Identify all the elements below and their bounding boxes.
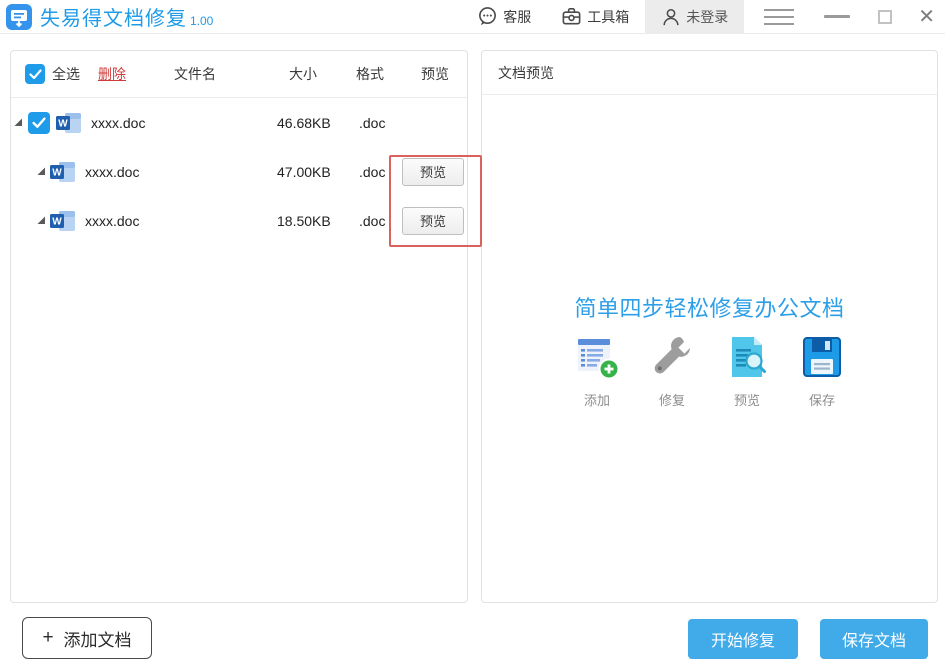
svg-text:W: W (58, 118, 68, 129)
headline-text: 简单四步轻松修复办公文档 (574, 296, 845, 321)
toolbox-icon (562, 8, 581, 25)
chat-bubble-icon (479, 7, 497, 26)
tree-expander-icon[interactable] (37, 167, 46, 176)
menu-button[interactable] (764, 8, 795, 25)
repair-wrench-icon (654, 337, 690, 374)
word-file-icon: W (50, 161, 75, 182)
login-button[interactable]: 未登录 (645, 0, 745, 34)
preview-panel-title: 文档预览 (482, 51, 937, 95)
minimize-button[interactable] (824, 15, 851, 18)
file-format: .doc (359, 114, 386, 131)
step-label: 添加 (583, 393, 610, 408)
file-name: xxxx.doc (85, 163, 140, 180)
customer-service-button[interactable]: 客服 (477, 6, 531, 27)
add-document-icon (578, 339, 620, 380)
login-label: 未登录 (686, 8, 729, 25)
select-all-label: 全选 (52, 66, 80, 82)
user-icon (663, 8, 679, 25)
save-document-button[interactable]: 保存文档 (820, 619, 928, 659)
steps-row: 添加 修复 预览 保存 (482, 334, 937, 409)
delete-link[interactable]: 删除 (98, 64, 126, 84)
start-repair-button[interactable]: 开始修复 (688, 619, 798, 659)
preview-document-icon (732, 337, 766, 377)
toolbox-label: 工具箱 (587, 8, 630, 25)
table-row[interactable]: W xxxx.doc 18.50KB .doc 预览 (11, 196, 467, 245)
svg-text:W: W (52, 216, 62, 227)
preview-button[interactable]: 预览 (402, 206, 464, 235)
file-format: .doc (359, 163, 386, 180)
file-list-panel: 全选 删除 文件名 大小 格式 预览 W xxxx.doc 46.68KB .d… (10, 50, 468, 603)
step-label: 保存 (808, 393, 835, 408)
preview-button[interactable]: 预览 (402, 157, 464, 186)
select-all-checkbox[interactable] (25, 64, 45, 84)
add-document-label: 添加文档 (63, 630, 132, 650)
check-icon (28, 68, 42, 79)
save-disk-icon (803, 337, 841, 377)
col-filename: 文件名 (174, 66, 216, 82)
table-row[interactable]: W xxxx.doc 46.68KB .doc (11, 98, 467, 147)
close-button[interactable]: ✕ (918, 7, 935, 27)
col-format: 格式 (356, 66, 384, 82)
toolbox-button[interactable]: 工具箱 (561, 6, 629, 27)
maximize-button[interactable] (878, 9, 893, 24)
word-file-icon: W (50, 210, 75, 231)
step-save: 保存 (785, 334, 860, 409)
row-checkbox[interactable] (28, 111, 50, 134)
file-name: xxxx.doc (85, 212, 140, 229)
app-logo-icon (6, 3, 32, 30)
file-list-header: 全选 删除 文件名 大小 格式 预览 (11, 51, 467, 98)
word-file-icon: W (56, 112, 81, 133)
tree-expander-icon[interactable] (14, 118, 23, 127)
file-size: 46.68KB (277, 114, 331, 131)
app-version: 1.00 (190, 14, 214, 28)
col-size: 大小 (289, 66, 317, 82)
app-title: 失易得文档修复 (40, 8, 187, 30)
customer-service-label: 客服 (503, 8, 532, 25)
step-add: 添加 (560, 334, 635, 409)
step-preview: 预览 (710, 334, 785, 409)
document-preview-panel: 文档预览 简单四步轻松修复办公文档 添加 修复 预览 保存 (481, 50, 938, 603)
tree-expander-icon[interactable] (37, 216, 46, 225)
file-size: 18.50KB (277, 212, 331, 229)
title-bar: 失易得文档修复 1.00 客服 工具箱 未登录 ✕ (0, 0, 945, 34)
table-row[interactable]: W xxxx.doc 47.00KB .doc 预览 (11, 147, 467, 196)
step-repair: 修复 (635, 334, 710, 409)
plus-icon: + (42, 627, 54, 648)
step-label: 预览 (733, 393, 760, 408)
svg-text:W: W (52, 167, 62, 178)
file-size: 47.00KB (277, 163, 331, 180)
file-name: xxxx.doc (91, 114, 146, 131)
col-preview: 预览 (421, 66, 449, 82)
file-format: .doc (359, 212, 386, 229)
check-icon (32, 117, 46, 128)
add-document-button[interactable]: + 添加文档 (22, 617, 152, 659)
step-label: 修复 (658, 393, 685, 408)
